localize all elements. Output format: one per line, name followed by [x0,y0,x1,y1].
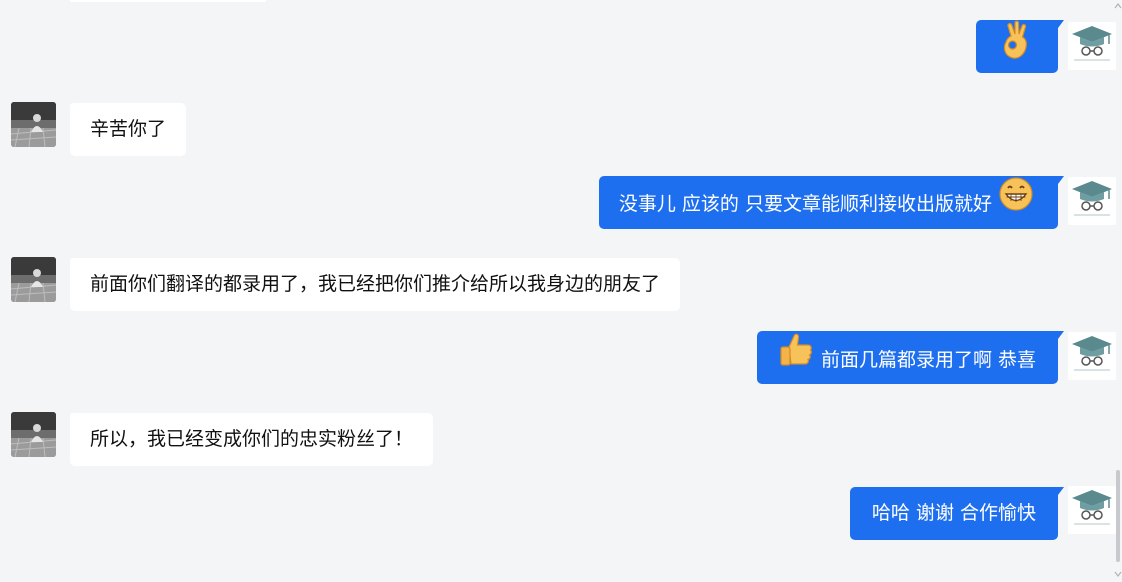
self-avatar[interactable] [1068,486,1116,534]
graduation-cap-glasses-logo-icon [1068,22,1116,70]
grayscale-person-photo-icon [11,257,56,302]
graduation-cap-glasses-logo-icon [1068,332,1116,380]
self-avatar[interactable] [1068,22,1116,70]
outgoing-message-bubble[interactable] [976,20,1064,73]
message-text: 所以，我已经变成你们的忠实粉丝了！ [90,428,414,450]
outgoing-message-bubble[interactable]: 没事儿 应该的 只要文章能顺利接收出版就好 [598,176,1065,229]
grayscale-person-photo-icon [11,102,56,147]
message-text: 前面你们翻译的都录用了，我已经把你们推介给所以我身边的朋友了 [90,273,661,295]
outgoing-message-bubble[interactable]: 前面几篇都录用了啊 恭喜 [756,331,1065,384]
message-text: 前面几篇都录用了啊 恭喜 [820,349,1036,371]
message-text: 辛苦你了 [90,118,167,140]
outgoing-message-bubble[interactable]: 哈哈 谢谢 合作愉快 [849,487,1065,540]
chevron-down-icon[interactable] [1114,570,1122,578]
grin-emoji [998,176,1034,233]
ok-hand-emoji [999,20,1035,81]
graduation-cap-glasses-logo-icon [1068,177,1116,225]
message-text: 没事儿 应该的 只要文章能顺利接收出版就好 [618,193,992,215]
scrollbar-thumb[interactable] [1116,470,1120,562]
contact-avatar[interactable] [11,412,56,457]
self-avatar[interactable] [1068,332,1116,380]
thumbs-up-emoji [777,331,815,390]
incoming-message-bubble[interactable]: 前面你们翻译的都录用了，我已经把你们推介给所以我身边的朋友了 [70,258,681,311]
previous-message-edge [70,0,266,2]
graduation-cap-glasses-logo-icon [1068,486,1116,534]
message-text: 哈哈 谢谢 合作愉快 [871,502,1036,524]
contact-avatar[interactable] [11,102,56,147]
self-avatar[interactable] [1068,177,1116,225]
contact-avatar[interactable] [11,257,56,302]
incoming-message-bubble[interactable]: 辛苦你了 [70,103,187,156]
grayscale-person-photo-icon [11,412,56,457]
chevron-up-icon[interactable] [1114,2,1122,10]
incoming-message-bubble[interactable]: 所以，我已经变成你们的忠实粉丝了！ [70,413,434,466]
chat-scrollbar[interactable] [1114,0,1122,582]
